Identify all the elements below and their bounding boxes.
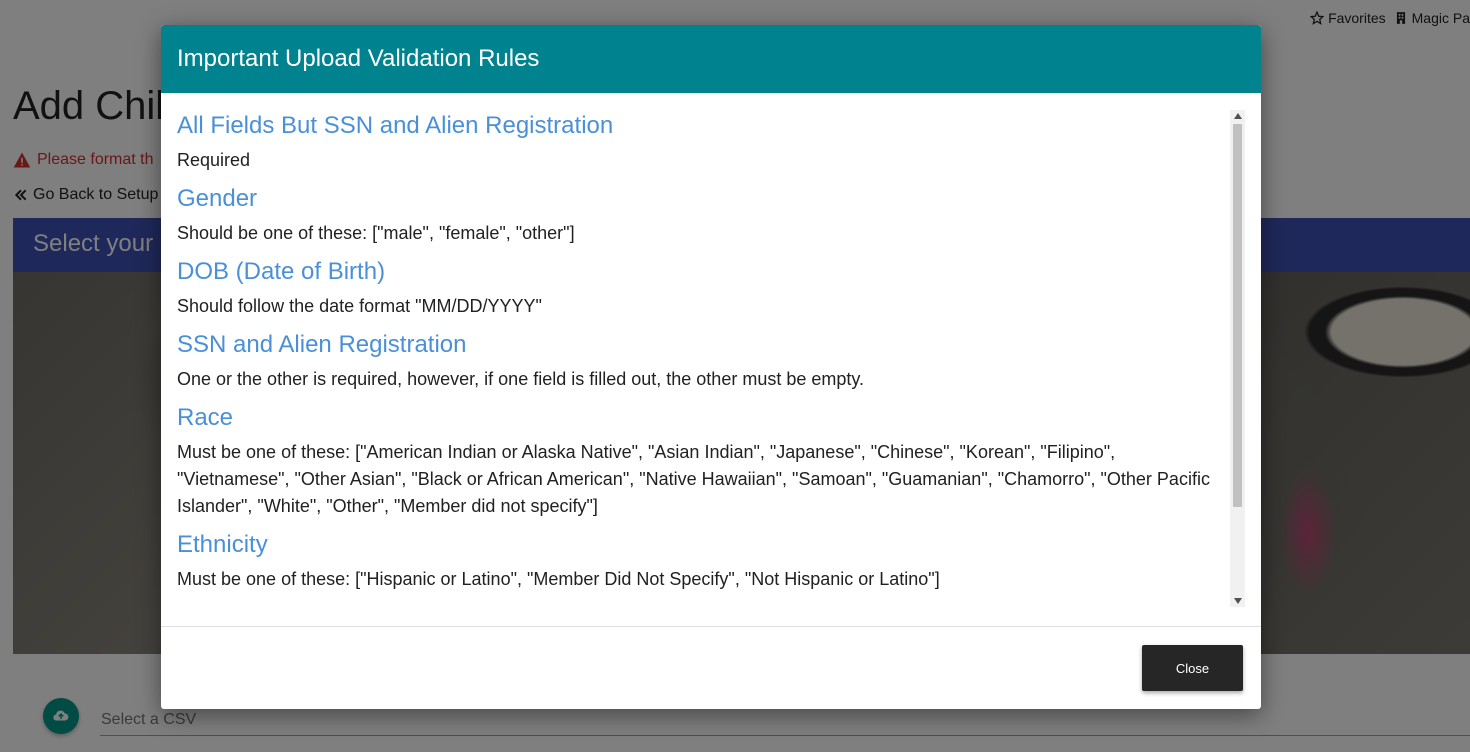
modal-title: Important Upload Validation Rules <box>177 45 540 72</box>
rule-item: Race Must be one of these: ["American In… <box>177 404 1229 520</box>
rule-item: DOB (Date of Birth) Should follow the da… <box>177 258 1229 320</box>
rule-item: Gender Should be one of these: ["male", … <box>177 185 1229 247</box>
rule-item: Ethnicity Must be one of these: ["Hispan… <box>177 531 1229 593</box>
rule-item: SSN and Alien Registration One or the ot… <box>177 331 1229 393</box>
scroll-down-arrow-icon <box>1233 598 1242 604</box>
rule-description: One or the other is required, however, i… <box>177 369 865 389</box>
rule-title: Ethnicity <box>177 531 268 558</box>
scroll-up-arrow-icon <box>1233 113 1242 119</box>
rule-description: Must be one of these: ["Hispanic or Lati… <box>177 569 940 589</box>
close-button[interactable]: Close <box>1142 645 1243 691</box>
rules-scrollbar[interactable] <box>1230 110 1245 607</box>
scroll-thumb[interactable] <box>1233 124 1242 507</box>
rule-title: Gender <box>177 185 258 212</box>
rule-item: All Fields But SSN and Alien Registratio… <box>177 112 1229 174</box>
rule-title: Race <box>177 404 234 431</box>
modal-header: Important Upload Validation Rules <box>161 25 1261 93</box>
rules-scroll-area[interactable]: All Fields But SSN and Alien Registratio… <box>161 110 1229 610</box>
rule-description: Must be one of these: ["American Indian … <box>177 442 1210 516</box>
rule-title: SSN and Alien Registration <box>177 331 467 358</box>
modal-body: All Fields But SSN and Alien Registratio… <box>161 93 1261 626</box>
scroll-up-button[interactable] <box>1230 110 1245 122</box>
scroll-down-button[interactable] <box>1230 595 1245 607</box>
rule-title: DOB (Date of Birth) <box>177 258 386 285</box>
rule-description: Should follow the date format "MM/DD/YYY… <box>177 296 542 316</box>
rule-description: Should be one of these: ["male", "female… <box>177 223 575 243</box>
validation-rules-modal: Important Upload Validation Rules All Fi… <box>161 25 1261 709</box>
rule-title: All Fields But SSN and Alien Registratio… <box>177 112 614 139</box>
modal-footer: Close <box>161 626 1261 709</box>
rule-description: Required <box>177 150 251 170</box>
